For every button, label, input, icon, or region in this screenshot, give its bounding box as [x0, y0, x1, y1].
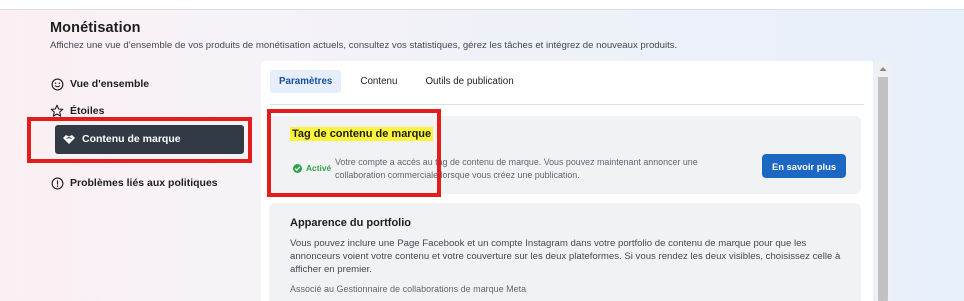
tab-content[interactable]: Contenu [351, 70, 406, 93]
card-title: Apparence du portfolio [290, 217, 411, 229]
card-description: Votre compte a accès au tag de contenu d… [335, 157, 698, 180]
status-label: Activé [306, 163, 332, 173]
scroll-up-arrow-icon[interactable] [876, 63, 890, 75]
branded-content-tag-card: Tag de contenu de marque Activé Votre co… [269, 116, 861, 194]
scrollbar[interactable] [876, 61, 890, 301]
check-icon [293, 163, 302, 173]
sidebar-item-label: Problèmes liés aux politiques [70, 177, 218, 189]
top-bar [0, 0, 964, 10]
page-title: Monétisation [50, 20, 141, 36]
sidebar-item-policy-issues[interactable]: Problèmes liés aux politiques [50, 176, 218, 190]
card-footnote: Associé au Gestionnaire de collaboration… [290, 284, 527, 294]
status-badge: Activé [293, 163, 331, 173]
divider [270, 104, 864, 105]
alert-circle-icon [50, 176, 64, 190]
tab-bar: Paramètres Contenu Outils de publication [270, 70, 523, 93]
card-title: Tag de contenu de marque [290, 127, 434, 141]
handshake-icon [62, 133, 76, 151]
card-title-text: Tag de contenu de marque [290, 127, 434, 141]
sidebar-item-stars[interactable]: Étoiles [50, 104, 104, 118]
learn-more-button[interactable]: En savoir plus [762, 154, 846, 178]
face-icon [50, 77, 64, 91]
tab-publishing-tools[interactable]: Outils de publication [416, 70, 522, 93]
sidebar-item-label: Étoiles [70, 105, 105, 117]
sidebar-item-label: Vue d'ensemble [70, 78, 150, 90]
sidebar-item-overview[interactable]: Vue d'ensemble [50, 77, 149, 91]
page-header: Monétisation Affichez une vue d'ensemble… [50, 20, 677, 51]
card-description: Vous pouvez inclure une Page Facebook et… [290, 238, 841, 275]
sidebar-item-label: Contenu de marque [82, 133, 181, 145]
sidebar-item-branded-content[interactable]: Contenu de marque [55, 125, 244, 154]
main-panel: Paramètres Contenu Outils de publication… [261, 61, 873, 301]
star-icon [50, 104, 64, 118]
tab-settings[interactable]: Paramètres [270, 70, 342, 93]
portfolio-appearance-card: Apparence du portfolio Vous pouvez inclu… [269, 203, 861, 301]
scrollbar-thumb[interactable] [878, 77, 888, 301]
page-subtitle: Affichez une vue d'ensemble de vos produ… [50, 40, 678, 51]
